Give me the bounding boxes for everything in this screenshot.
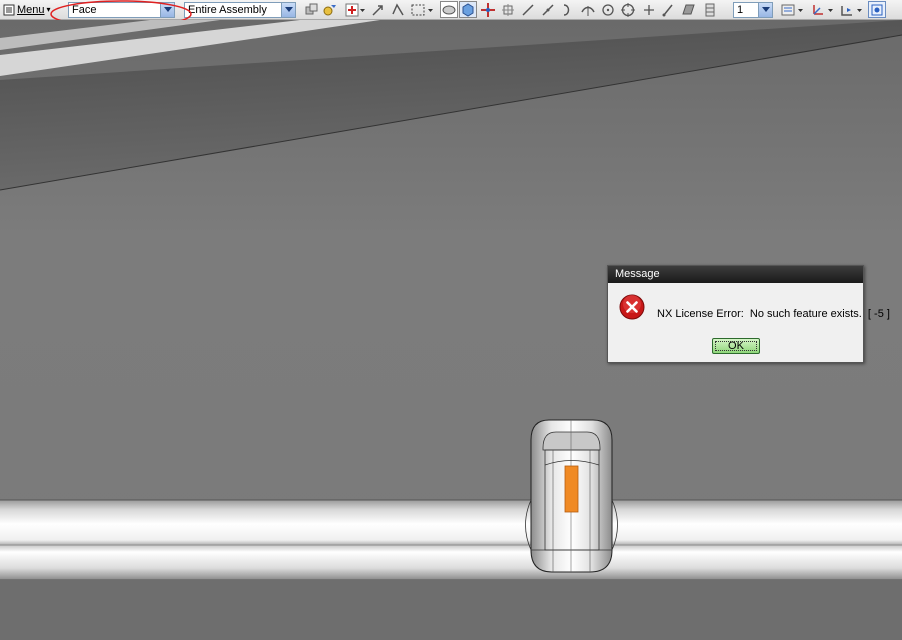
error-icon — [619, 294, 645, 325]
message-dialog: Message NX License Error: No such featur… — [607, 265, 890, 363]
dialog-title[interactable]: Message — [608, 266, 863, 283]
connector-part — [525, 419, 618, 573]
dialog-message: NX License Error: No such feature exists… — [657, 308, 890, 320]
ok-button[interactable]: OK — [712, 338, 760, 354]
highlighted-face[interactable] — [564, 465, 579, 513]
pipe — [0, 500, 902, 580]
